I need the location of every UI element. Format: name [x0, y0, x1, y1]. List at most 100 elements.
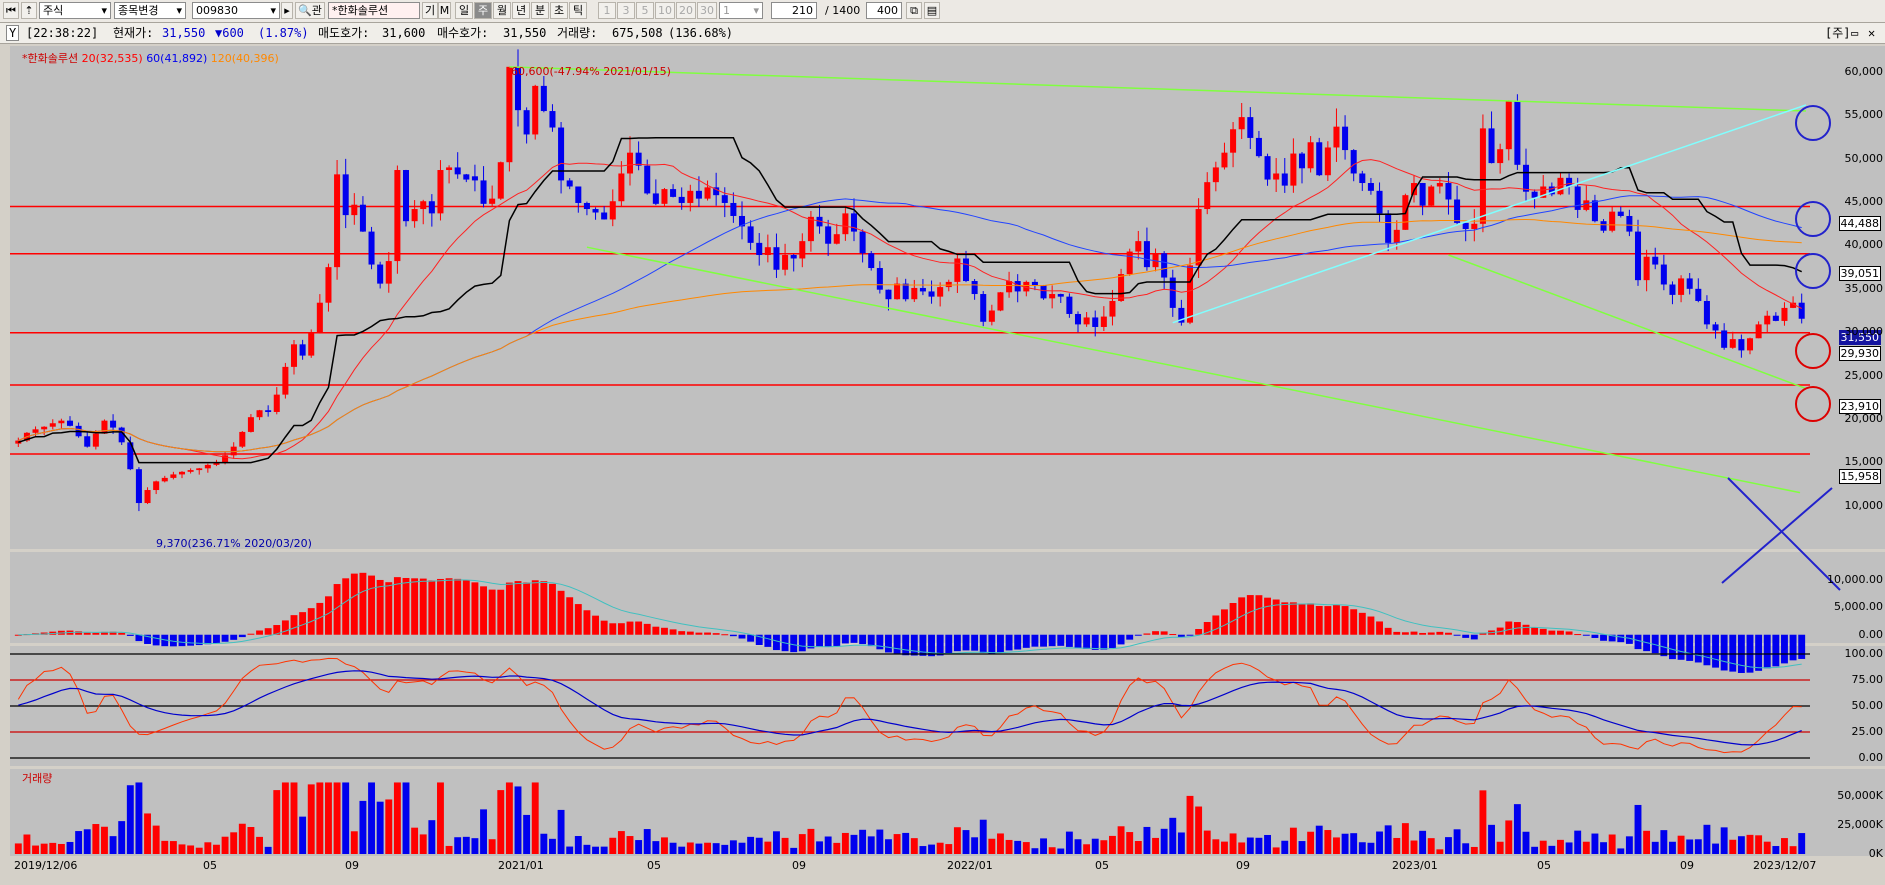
candle-body [1221, 152, 1228, 168]
macd-bar [1160, 631, 1168, 635]
candle-body [1393, 229, 1400, 243]
volume-bar [1221, 841, 1228, 854]
volume-bar [1436, 849, 1444, 854]
candle-body [1273, 173, 1280, 180]
volume-bar [333, 782, 341, 854]
volume-bar [1419, 830, 1427, 854]
candle-body [308, 332, 315, 356]
price-tick-label: 35,000 [1844, 281, 1884, 295]
volume-bar [678, 846, 686, 854]
volume-bar [264, 846, 272, 854]
candle-body [273, 394, 280, 412]
volume-bar [376, 801, 384, 854]
price-tick-label: 50,000 [1844, 151, 1884, 165]
candle-body [1066, 296, 1073, 314]
macd-bar [1565, 631, 1573, 635]
candle-body [730, 202, 737, 216]
macd-bar [1781, 634, 1788, 664]
candle-body [1359, 173, 1366, 184]
macd-bar [1298, 603, 1306, 635]
macd-bar [83, 632, 91, 635]
macd-bar [152, 634, 160, 646]
volume-bar [299, 816, 307, 854]
x-tick-label: 09 [1236, 859, 1250, 872]
candle-body [1522, 164, 1530, 192]
candle-body [1764, 315, 1771, 325]
volume-bar [152, 825, 160, 854]
macd-bar [1367, 616, 1375, 635]
candle-body [1333, 126, 1340, 148]
macd-bar [1453, 634, 1461, 636]
volume-bar [445, 845, 453, 854]
volume-bar [1264, 834, 1271, 854]
macd-bar [876, 634, 884, 650]
macd-bar [238, 634, 246, 638]
macd-bar [574, 604, 582, 635]
candle-body [411, 209, 418, 222]
volume-bar [1479, 790, 1487, 854]
candle-body [334, 174, 341, 268]
macd-bar [1195, 629, 1203, 635]
candle-body [868, 253, 875, 269]
macd-bar [126, 634, 134, 636]
candle-body [1100, 316, 1107, 327]
chart-canvas [10, 49, 1841, 854]
volume-bar [971, 837, 979, 854]
candle-body [1755, 324, 1762, 339]
x-tick-label: 09 [792, 859, 806, 872]
volume-bar [1798, 833, 1806, 854]
volume-bar [1746, 834, 1754, 854]
volume-bar [936, 842, 944, 854]
x-tick-label: 05 [1537, 859, 1551, 872]
candle-body [1746, 338, 1754, 351]
macd-bar [359, 572, 367, 635]
macd-bar [1169, 634, 1177, 636]
volume-bar [557, 809, 565, 854]
candle-body [1600, 221, 1607, 231]
macd-bar [695, 632, 703, 635]
x-tick-label: 09 [345, 859, 359, 872]
volume-bar [523, 814, 531, 854]
candle-body [1479, 128, 1486, 224]
volume-bar [230, 832, 238, 854]
volume-bar [1238, 842, 1246, 854]
candle-body [807, 216, 814, 242]
volume-bar [1712, 843, 1719, 854]
candle-body [1342, 126, 1349, 151]
candle-body [937, 287, 944, 297]
marker-circle-3 [1795, 333, 1831, 369]
volume-bar [1143, 826, 1151, 854]
macd-bar [1255, 595, 1263, 635]
macd-tick-label: 5,000.00 [1834, 600, 1883, 614]
volume-bar [1772, 846, 1780, 854]
macd-bar [1522, 624, 1530, 635]
volume-bar [393, 782, 401, 854]
candle-body [1092, 317, 1099, 327]
volume-bar [109, 836, 117, 854]
macd-bar [1419, 632, 1427, 635]
candle-body [1040, 285, 1047, 299]
volume-bar [213, 844, 220, 854]
volume-bar [187, 845, 195, 854]
stoch-d-line [18, 670, 1802, 746]
candle-body [1367, 183, 1374, 191]
macd-bar [1143, 633, 1151, 635]
volume-bar [1427, 838, 1435, 854]
volume-bar [488, 839, 496, 854]
macd-bar [1686, 634, 1694, 661]
macd-bar [1341, 606, 1349, 635]
candle-body [394, 170, 401, 262]
price-tick-label: 20,000 [1844, 411, 1884, 425]
price-box-15958: 15,958 [1838, 469, 1881, 484]
macd-bar [1022, 634, 1030, 648]
candle-body [471, 176, 478, 181]
volume-bar [1134, 840, 1142, 854]
volume-bar [1177, 832, 1185, 854]
macd-bar [1040, 634, 1047, 647]
volume-bar [1203, 830, 1211, 854]
candle-body [1083, 317, 1090, 325]
candle-body [299, 344, 306, 356]
price-tick-label: 60,000 [1844, 65, 1884, 79]
candle-body [1729, 339, 1736, 348]
macd-bar [953, 634, 961, 652]
